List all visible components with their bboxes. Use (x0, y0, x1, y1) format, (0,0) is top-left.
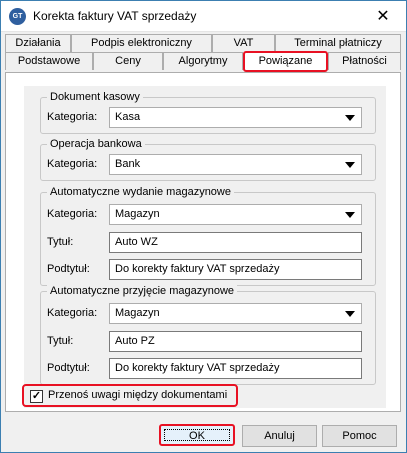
transfer-notes-checkbox[interactable]: ✓ (30, 390, 43, 403)
dialog-window: GT Korekta faktury VAT sprzedaży ✕ Dział… (0, 0, 407, 453)
in-category-select[interactable]: Magazyn (109, 303, 362, 324)
in-category-value: Magazyn (115, 307, 160, 319)
focus-rectangle (164, 429, 230, 441)
in-subtitle-input[interactable]: Do korekty faktury VAT sprzedaży (109, 358, 362, 379)
dropdown-arrow-icon (345, 162, 355, 168)
bank-category-select[interactable]: Bank (109, 154, 362, 175)
window-title: Korekta faktury VAT sprzedaży (33, 9, 197, 23)
tab-podpis-elektroniczny[interactable]: Podpis elektroniczny (71, 34, 212, 52)
close-button[interactable]: ✕ (368, 6, 398, 27)
tab-strip: Działania Podpis elektroniczny VAT Termi… (1, 32, 406, 72)
group-auto-stock-in: Automatyczne przyjęcie magazynowe Katego… (40, 285, 376, 385)
bank-category-label: Kategoria: (47, 158, 98, 170)
tab-dzialania[interactable]: Działania (5, 34, 71, 52)
title-bar: GT Korekta faktury VAT sprzedaży ✕ (1, 1, 406, 32)
group-out-legend: Automatyczne wydanie magazynowe (47, 186, 234, 199)
group-auto-stock-out: Automatyczne wydanie magazynowe Kategori… (40, 186, 376, 286)
dropdown-arrow-icon (345, 212, 355, 218)
help-button[interactable]: Pomoc (322, 425, 397, 447)
out-title-input[interactable]: Auto WZ (109, 232, 362, 253)
tab-podstawowe[interactable]: Podstawowe (5, 52, 93, 70)
transfer-notes-label: Przenoś uwagi między dokumentami (48, 389, 228, 401)
out-category-value: Magazyn (115, 208, 160, 220)
tab-ceny[interactable]: Ceny (93, 52, 163, 70)
cash-category-select[interactable]: Kasa (109, 107, 362, 128)
out-subtitle-label: Podtytuł: (47, 263, 90, 275)
ok-button[interactable]: OK (159, 424, 235, 446)
cash-category-label: Kategoria: (47, 111, 98, 123)
tab-vat[interactable]: VAT (212, 34, 275, 52)
group-bank-legend: Operacja bankowa (47, 138, 145, 151)
group-bank-operation: Operacja bankowa Kategoria: Bank (40, 138, 376, 181)
group-cash-legend: Dokument kasowy (47, 91, 143, 104)
in-subtitle-label: Podtytuł: (47, 362, 90, 374)
tab-algorytmy[interactable]: Algorytmy (163, 52, 243, 70)
app-logo-icon: GT (9, 8, 26, 25)
dropdown-arrow-icon (345, 115, 355, 121)
in-title-label: Tytuł: (47, 335, 74, 347)
in-title-input[interactable]: Auto PZ (109, 331, 362, 352)
tab-panel-powiazane: Dokument kasowy Kategoria: Kasa Operacja… (5, 72, 401, 412)
out-category-select[interactable]: Magazyn (109, 204, 362, 225)
settings-area: Dokument kasowy Kategoria: Kasa Operacja… (24, 86, 386, 408)
tab-powiazane[interactable]: Powiązane (243, 51, 328, 72)
cash-category-value: Kasa (115, 111, 141, 123)
tab-terminal-platniczy[interactable]: Terminal płatniczy (275, 34, 401, 52)
tab-platnosci[interactable]: Płatności (328, 52, 401, 70)
in-category-label: Kategoria: (47, 307, 98, 319)
cancel-button[interactable]: Anuluj (242, 425, 317, 447)
out-subtitle-input[interactable]: Do korekty faktury VAT sprzedaży (109, 259, 362, 280)
bank-category-value: Bank (115, 158, 141, 170)
out-title-label: Tytuł: (47, 236, 74, 248)
out-category-label: Kategoria: (47, 208, 98, 220)
dropdown-arrow-icon (345, 311, 355, 317)
transfer-notes-option[interactable]: ✓ Przenoś uwagi między dokumentami (22, 384, 238, 407)
group-cash-document: Dokument kasowy Kategoria: Kasa (40, 91, 376, 134)
group-in-legend: Automatyczne przyjęcie magazynowe (47, 285, 238, 298)
